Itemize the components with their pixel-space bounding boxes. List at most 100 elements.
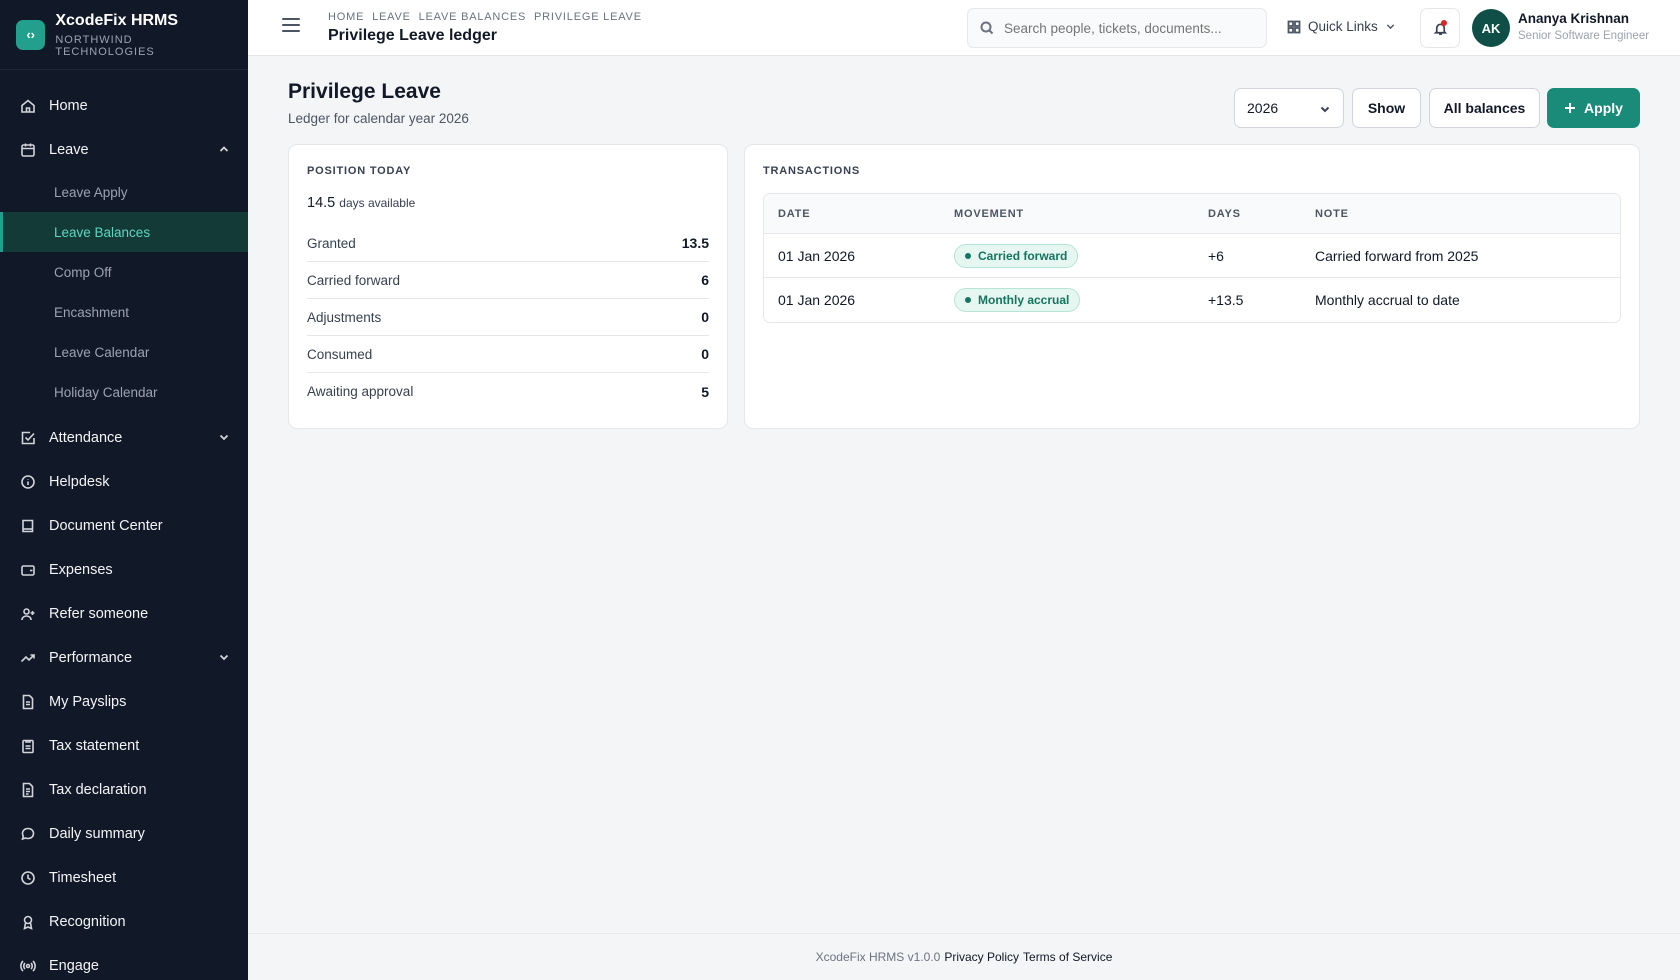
footer-version: XcodeFix HRMS v1.0.0: [815, 950, 941, 964]
position-row-value: 6: [701, 272, 709, 288]
breadcrumb-item[interactable]: LEAVE: [372, 11, 411, 23]
position-row-value: 0: [701, 309, 709, 325]
avatar[interactable]: AK: [1472, 9, 1510, 47]
award-icon: [20, 914, 36, 930]
breadcrumb-item[interactable]: LEAVE BALANCES: [419, 11, 527, 23]
position-row-label: Carried forward: [307, 272, 401, 288]
cell-movement: Carried forward: [940, 243, 1194, 268]
position-row-label: Awaiting approval: [307, 384, 414, 399]
wallet-icon: [20, 562, 36, 578]
chevron-down-icon: [1386, 24, 1394, 30]
search-box[interactable]: [967, 8, 1267, 48]
book-icon: [20, 518, 36, 534]
transactions-card: TRANSACTIONS DATE MOVEMENT DAYS NOTE 01 …: [744, 144, 1640, 429]
sidebar-item-document-center[interactable]: Document Center: [0, 504, 248, 548]
terms-of-service-link[interactable]: Terms of Service: [1023, 950, 1112, 964]
sidebar-item-attendance[interactable]: Attendance: [0, 416, 248, 460]
hamburger-menu-icon[interactable]: [282, 18, 300, 36]
check-square-icon: [20, 430, 36, 446]
user-name[interactable]: Ananya Krishnan: [1518, 11, 1629, 26]
sidebar-item-engage[interactable]: Engage: [0, 944, 248, 980]
cell-days: +6: [1208, 247, 1224, 264]
breadcrumb-item[interactable]: HOME: [328, 11, 364, 23]
show-button[interactable]: Show: [1352, 88, 1421, 128]
position-card-title: POSITION TODAY: [307, 165, 412, 177]
table-row: 01 Jan 2026 Monthly accrual +13.5 Monthl…: [764, 278, 1620, 322]
privacy-policy-link[interactable]: Privacy Policy: [944, 950, 1019, 964]
column-header-date: DATE: [778, 207, 811, 220]
all-balances-button[interactable]: All balances: [1429, 88, 1540, 128]
sidebar-item-my-payslips[interactable]: My Payslips: [0, 680, 248, 724]
topbar-title: Privilege Leave ledger: [328, 27, 497, 44]
position-card: POSITION TODAY 14.5 days available Grant…: [288, 144, 728, 429]
sidebar-item-label: Tax statement: [49, 738, 140, 754]
sidebar-subitem-leave-calendar[interactable]: Leave Calendar: [0, 332, 248, 372]
sidebar-item-label: Document Center: [49, 518, 163, 534]
movement-badge: Monthly accrual: [954, 288, 1081, 312]
sidebar-subitem-comp-off[interactable]: Comp Off: [0, 252, 248, 292]
column-header-movement: MOVEMENT: [954, 207, 1024, 220]
column-header-days: DAYS: [1208, 207, 1241, 220]
sidebar-item-tax-declaration[interactable]: Tax declaration: [0, 768, 248, 812]
sidebar-item-label: Timesheet: [49, 870, 117, 886]
sidebar-item-label: Tax declaration: [49, 782, 147, 798]
info-icon: [20, 474, 36, 490]
sidebar-item-refer-someone[interactable]: Refer someone: [0, 592, 248, 636]
sidebar-item-expenses[interactable]: Expenses: [0, 548, 248, 592]
sidebar-item-tax-statement[interactable]: Tax statement: [0, 724, 248, 768]
apply-button-label: Apply: [1584, 100, 1623, 116]
sidebar-item-performance[interactable]: Performance: [0, 636, 248, 680]
breadcrumb-item: PRIVILEGE LEAVE: [534, 11, 642, 23]
sidebar-item-label: Helpdesk: [49, 474, 110, 490]
quick-links-button[interactable]: Quick Links: [1287, 19, 1396, 34]
sidebar-item-label: Performance: [49, 650, 133, 666]
search-input[interactable]: [1004, 20, 1244, 36]
plus-icon: [1565, 103, 1576, 113]
sidebar-item-leave[interactable]: Leave: [0, 128, 248, 172]
column-header-note: NOTE: [1315, 207, 1349, 220]
days-available: 14.5 days available: [307, 195, 415, 211]
footer: XcodeFix HRMS v1.0.0 Privacy Policy Term…: [248, 933, 1680, 980]
year-select[interactable]: 2026: [1234, 88, 1344, 128]
movement-badge: Carried forward: [954, 243, 1079, 268]
sidebar-item-daily-summary[interactable]: Daily summary: [0, 812, 248, 856]
sidebar-subitem-encashment[interactable]: Encashment: [0, 292, 248, 332]
sidebar-subitem-leave-balances[interactable]: Leave Balances: [0, 212, 248, 252]
position-row-granted: Granted 13.5: [307, 225, 709, 262]
sidebar-item-label: Leave: [49, 142, 89, 158]
position-row-awaiting-approval: Awaiting approval 5: [307, 373, 709, 410]
sidebar-subitem-leave-apply[interactable]: Leave Apply: [0, 172, 248, 212]
user-role: Senior Software Engineer: [1518, 30, 1650, 42]
breadcrumb: HOME LEAVE LEAVE BALANCES PRIVILEGE LEAV…: [328, 11, 646, 23]
sidebar-item-timesheet[interactable]: Timesheet: [0, 856, 248, 900]
chevron-down-icon[interactable]: [218, 431, 230, 443]
chevron-down-icon[interactable]: [218, 651, 230, 663]
search-icon: [980, 21, 994, 35]
sidebar-subitem-holiday-calendar[interactable]: Holiday Calendar: [0, 372, 248, 412]
notifications-button[interactable]: [1420, 8, 1460, 48]
apply-button[interactable]: Apply: [1547, 88, 1640, 128]
cell-movement: Monthly accrual: [940, 288, 1194, 312]
file-icon: [20, 694, 36, 710]
notification-dot: [1441, 20, 1447, 26]
brand[interactable]: ‹› XcodeFix HRMS NORTHWIND TECHNOLOGIES: [0, 0, 248, 70]
sidebar-item-label: Engage: [49, 958, 99, 974]
grid-icon: [1287, 20, 1301, 33]
position-row-label: Granted: [307, 235, 356, 251]
position-row-value: 5: [701, 383, 709, 400]
position-rows: Granted 13.5 Carried forward 6 Adjustmen…: [307, 225, 709, 410]
sidebar-item-label: Recognition: [49, 914, 126, 930]
broadcast-icon: [20, 958, 36, 974]
sidebar-item-home[interactable]: Home: [0, 84, 248, 128]
chevron-up-icon[interactable]: [218, 143, 230, 155]
app-logo-icon: ‹›: [16, 19, 46, 50]
clipboard-icon: [20, 738, 36, 754]
sidebar-item-label: Expenses: [49, 562, 113, 578]
user-plus-icon: [20, 606, 36, 622]
sidebar-item-recognition[interactable]: Recognition: [0, 900, 248, 944]
sidebar-item-helpdesk[interactable]: Helpdesk: [0, 460, 248, 504]
table-header: DATE MOVEMENT DAYS NOTE: [764, 194, 1620, 234]
cell-days: +13.5: [1208, 292, 1244, 308]
movement-badge-label: Monthly accrual: [978, 293, 1070, 307]
org-name: NORTHWIND TECHNOLOGIES: [55, 33, 155, 58]
